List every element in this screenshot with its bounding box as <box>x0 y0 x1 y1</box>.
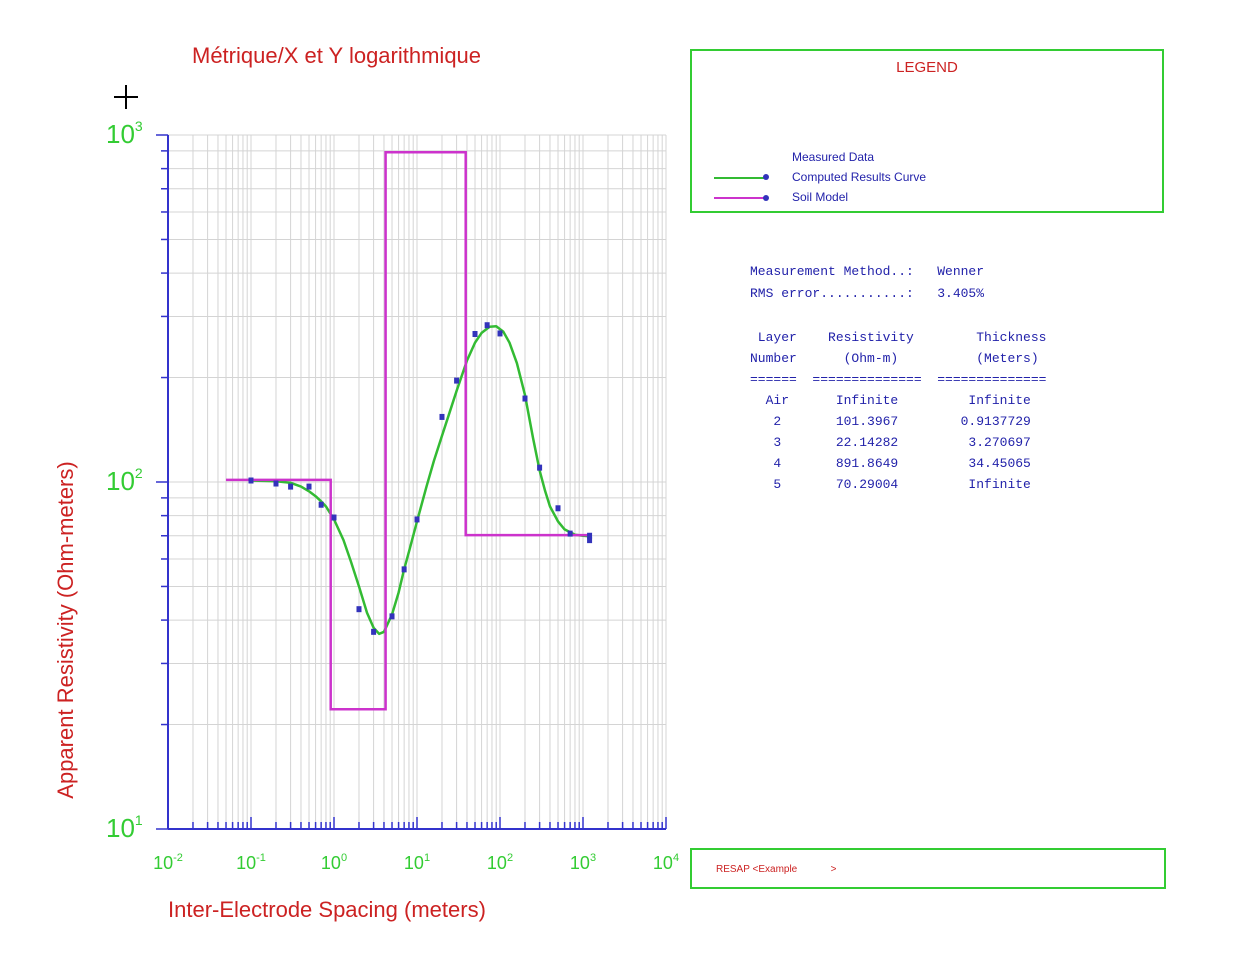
measured-data-point <box>273 480 279 487</box>
soil-model-line-icon <box>714 195 769 201</box>
measurement-method-line: Measurement Method..: Wenner <box>750 264 985 279</box>
measured-data-point <box>555 505 561 512</box>
y-axis-label: Apparent Resistivity (Ohm-meters) <box>53 461 78 799</box>
measured-data-point <box>288 483 294 490</box>
y-tick-label: 103 <box>106 118 143 149</box>
measured-data-point <box>537 464 543 471</box>
table-separator: ====== ============== ============== <box>750 372 1047 387</box>
x-tick-label: 100 <box>321 852 347 873</box>
measured-data-point <box>401 566 407 573</box>
y-tick-label: 102 <box>106 465 143 496</box>
table-header-1: Layer Resistivity Thickness <box>750 330 1047 345</box>
x-tick-label: 10-2 <box>153 852 183 873</box>
measured-data-point <box>472 331 478 338</box>
table-row: 2 101.3967 0.9137729 <box>750 414 1031 429</box>
legend-title: LEGEND <box>896 59 958 76</box>
resistivity-chart: 10-2 10-1 100 101 102 103 104 101 102 103 <box>106 118 679 873</box>
footer-text: RESAP <Example > <box>716 864 837 875</box>
measured-data-point <box>587 537 593 544</box>
x-axis-label: Inter-Electrode Spacing (meters) <box>168 897 486 922</box>
table-row: 3 22.14282 3.270697 <box>750 435 1031 450</box>
measured-data-point <box>522 395 528 402</box>
measured-data-point <box>371 628 377 635</box>
table-row: 4 891.8649 34.45065 <box>750 456 1031 471</box>
rms-error-line: RMS error...........: 3.405% <box>750 286 985 301</box>
measured-data-point <box>389 613 395 620</box>
x-tick-label: 101 <box>404 852 430 873</box>
measured-data-point <box>497 330 503 337</box>
table-header-2: Number (Ohm-m) (Meters) <box>750 351 1039 366</box>
x-tick-label: 103 <box>570 852 596 873</box>
measured-data-point <box>331 514 337 521</box>
computed-curve-line-icon <box>714 174 769 180</box>
x-tick-label: 102 <box>487 852 513 873</box>
soil-model-line <box>226 150 590 711</box>
x-tick-label: 10-1 <box>236 852 266 873</box>
x-tick-label: 104 <box>653 852 679 873</box>
footer-box: RESAP <Example > <box>690 848 1166 889</box>
measured-data-point <box>454 377 460 384</box>
measured-data-point <box>318 501 324 508</box>
measured-data-point <box>567 530 573 537</box>
table-row: Air Infinite Infinite <box>750 393 1031 408</box>
legend-label-computed: Computed Results Curve <box>792 170 927 184</box>
measured-data-point <box>439 413 445 420</box>
table-row: 5 70.29004 Infinite <box>750 477 1031 492</box>
measured-data-point <box>414 516 420 523</box>
measured-data-point <box>248 477 254 484</box>
legend-label-measured: Measured Data <box>792 150 875 164</box>
measured-data-point <box>484 322 490 329</box>
measured-data-point <box>356 606 362 613</box>
legend: LEGEND Measured Data Computed Results Cu… <box>690 49 1164 213</box>
legend-label-soil: Soil Model <box>792 190 849 204</box>
measured-data-point <box>306 483 312 490</box>
measured-marker-icon <box>714 151 764 165</box>
y-tick-label: 101 <box>106 812 143 843</box>
